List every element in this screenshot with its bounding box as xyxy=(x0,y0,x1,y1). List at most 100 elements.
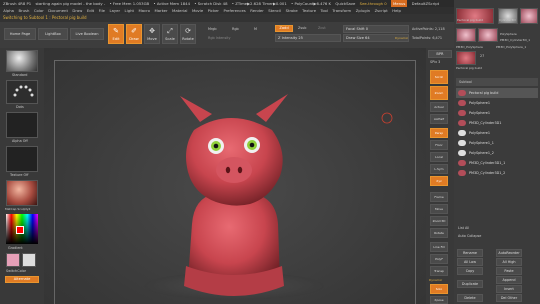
polyf-button[interactable]: PolyF xyxy=(430,254,448,264)
menu-brush[interactable]: Brush xyxy=(18,7,29,14)
tool-thumb[interactable] xyxy=(478,28,498,42)
list-item[interactable]: PolySphere1 xyxy=(456,128,538,138)
draw-button[interactable]: ✐ Draw xyxy=(126,24,142,44)
menu-zscript[interactable]: Zscript xyxy=(375,7,388,14)
list-item[interactable]: PolySphere1_2 xyxy=(456,148,538,158)
append-button[interactable]: Append xyxy=(496,276,522,284)
dynamic-label[interactable]: Dynamic xyxy=(429,278,442,282)
dots-stroke-thumb[interactable] xyxy=(6,80,38,104)
subtool-header[interactable]: Subtool xyxy=(456,78,538,86)
focal-shift-slider[interactable]: Focal Shift 0 xyxy=(343,25,409,33)
menu-material[interactable]: Material xyxy=(172,7,187,14)
mrgb-toggle[interactable]: Mrgb xyxy=(208,27,217,31)
canvas-viewport[interactable] xyxy=(44,48,426,304)
list-item[interactable]: PolySphere1_1 xyxy=(456,138,538,148)
secondary-color-swatch[interactable] xyxy=(22,253,36,267)
auto-reorder-button[interactable]: AutoReorder xyxy=(496,249,522,257)
scroll-button[interactable]: Scroll xyxy=(430,70,448,84)
zoom-button[interactable]: Zoom xyxy=(430,86,448,100)
menu-stroke[interactable]: Stroke xyxy=(286,7,298,14)
dynamic-toggle[interactable]: Dynamic xyxy=(395,36,408,40)
menu-stencil[interactable]: Stencil xyxy=(268,7,281,14)
del-other-button[interactable]: Del Other xyxy=(496,294,522,302)
list-item[interactable]: PolySphere1 xyxy=(456,108,538,118)
rgb-intensity-slider[interactable]: Rgb Intensity xyxy=(208,36,231,40)
alpha-thumb[interactable] xyxy=(6,112,38,138)
tool-thumb[interactable] xyxy=(456,28,476,42)
menu-render[interactable]: Render xyxy=(250,7,264,14)
rename-button[interactable]: Rename xyxy=(457,249,483,257)
menu-picker[interactable]: Picker xyxy=(208,7,219,14)
xyz-button[interactable]: Xyz xyxy=(430,176,448,186)
lightbox-button[interactable]: LightBox xyxy=(38,28,68,40)
standard-brush-thumb[interactable] xyxy=(6,50,38,72)
auto-collapse-button[interactable]: Auto Collapse xyxy=(458,234,481,238)
xpose-button[interactable]: Xpose xyxy=(430,296,448,304)
duplicate-button[interactable]: Duplicate xyxy=(457,280,483,288)
alternate-button[interactable]: Alternate xyxy=(5,276,39,283)
paste-button[interactable]: Paste xyxy=(496,267,522,275)
texture-thumb[interactable] xyxy=(6,146,38,172)
menu-file[interactable]: File xyxy=(99,7,105,14)
gradient-label[interactable]: Gradient xyxy=(8,246,23,250)
main-color-swatch[interactable] xyxy=(6,253,20,267)
menu-alpha[interactable]: Alpha xyxy=(3,7,14,14)
menu-marker[interactable]: Marker xyxy=(154,7,167,14)
list-all-button[interactable]: List All xyxy=(458,226,469,230)
list-item[interactable]: Pectoral pig build xyxy=(456,88,538,98)
scale-button[interactable]: ⤢ Scale xyxy=(162,24,178,44)
z-intensity-slider[interactable]: Z Intensity 25 xyxy=(275,34,341,42)
line-fill-button[interactable]: Line Fill xyxy=(430,242,448,252)
switch-color-button[interactable]: SwitchColor xyxy=(6,269,26,273)
bpr-button[interactable]: BPR xyxy=(428,50,452,58)
menu-zplugin[interactable]: Zplugin xyxy=(356,7,370,14)
menu-texture[interactable]: Texture xyxy=(302,7,316,14)
insert-button[interactable]: Insert xyxy=(496,285,522,293)
menu-light[interactable]: Light xyxy=(125,7,134,14)
rotate-button[interactable]: ⟳ Rotate xyxy=(180,24,196,44)
zsub-button[interactable]: Zsub xyxy=(298,26,306,30)
rotate-view-button[interactable]: Rotate xyxy=(430,228,448,238)
move-view-button[interactable]: Move xyxy=(430,204,448,214)
zoom3d-button[interactable]: Zoom3D xyxy=(430,216,448,226)
actual-button[interactable]: Actual xyxy=(430,102,448,112)
quicksave-button[interactable]: QuickSave xyxy=(335,0,355,7)
zadd-button[interactable]: Zadd xyxy=(275,25,293,32)
aahalf-button[interactable]: AAHalf xyxy=(430,114,448,124)
delete-button[interactable]: Delete xyxy=(457,294,483,302)
menu-help[interactable]: Help xyxy=(392,7,401,14)
m-toggle[interactable]: M xyxy=(254,27,257,31)
menu-color[interactable]: Color xyxy=(34,7,44,14)
menu-layer[interactable]: Layer xyxy=(109,7,120,14)
list-item[interactable]: PM3D_Cylinder3D1_2 xyxy=(456,168,538,178)
edit-button[interactable]: ✎ Edit xyxy=(108,24,124,44)
move-button[interactable]: ✥ Move xyxy=(144,24,160,44)
list-item[interactable]: PM3D_Cylinder3D1 xyxy=(456,118,538,128)
solo-button[interactable]: Solo xyxy=(430,284,448,294)
menu-macro[interactable]: Macro xyxy=(138,7,150,14)
menu-tool[interactable]: Tool xyxy=(321,7,328,14)
menus-button[interactable]: Menus xyxy=(390,0,408,7)
transp-button[interactable]: Transp xyxy=(430,266,448,276)
tool-thumb[interactable] xyxy=(520,8,538,24)
current-tool-thumb[interactable] xyxy=(456,51,476,65)
menu-document[interactable]: Document xyxy=(48,7,68,14)
floor-button[interactable]: Floor xyxy=(430,140,448,150)
menu-draw[interactable]: Draw xyxy=(72,7,82,14)
pig-model[interactable] xyxy=(44,48,426,304)
local-button[interactable]: Local xyxy=(430,152,448,162)
zcut-button[interactable]: Zcut xyxy=(318,26,326,30)
rgb-toggle[interactable]: Rgb xyxy=(232,27,239,31)
matcap-material-thumb[interactable] xyxy=(6,180,38,206)
live-boolean-button[interactable]: Live Boolean xyxy=(70,28,104,40)
home-page-button[interactable]: Home Page xyxy=(4,28,36,40)
lsym-button[interactable]: L.Sym xyxy=(430,164,448,174)
persp-button[interactable]: Persp xyxy=(430,128,448,138)
menu-movie[interactable]: Movie xyxy=(192,7,203,14)
copy-button[interactable]: Copy xyxy=(457,267,483,275)
all-low-button[interactable]: All Low xyxy=(457,258,483,266)
menu-edit[interactable]: Edit xyxy=(87,7,94,14)
see-through-slider[interactable]: See-through 0 xyxy=(360,0,387,7)
list-item[interactable]: PolySphere1 xyxy=(456,98,538,108)
menu-transform[interactable]: Transform xyxy=(332,7,351,14)
